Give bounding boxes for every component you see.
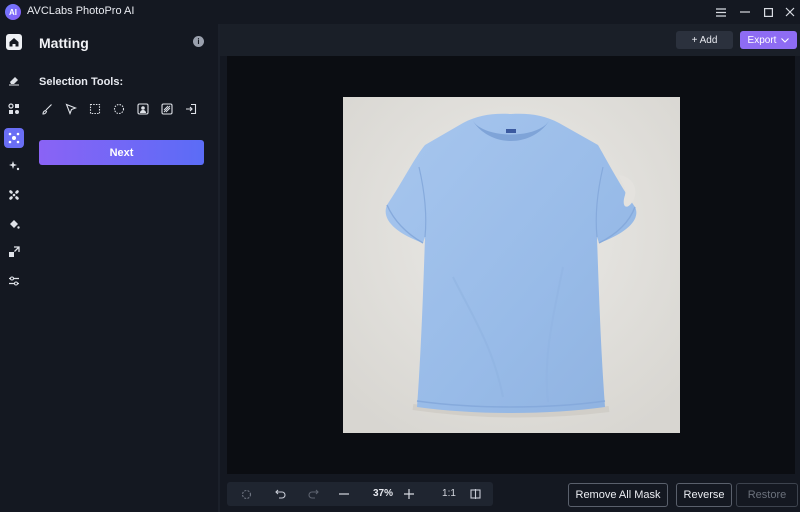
rail-item-home[interactable] [4,32,24,52]
app-title: AVCLabs PhotoPro AI [27,5,135,17]
title-bar: AI AVCLabs PhotoPro AI [0,0,800,24]
panel-title: Matting [39,35,89,51]
eraser-icon [9,77,19,86]
export-button[interactable]: Export [740,31,797,49]
matting-panel: Matting i Selection Tools: Next [28,24,218,512]
add-label: + Add [691,34,718,46]
fan-icon [9,190,19,200]
compare-button[interactable] [467,486,483,502]
rail-item-matting[interactable] [4,128,24,148]
restore-button[interactable]: Restore [736,483,798,507]
brush-tool[interactable] [39,101,55,117]
plus-icon [404,489,414,499]
lasso-icon [113,103,125,115]
redo-button[interactable] [305,486,321,502]
cursor-tool[interactable] [63,101,79,117]
rect-select-icon [89,103,101,115]
rail-item-objects[interactable] [4,99,24,119]
rail-item-adjust[interactable] [4,271,24,291]
actual-size-button[interactable]: 1:1 [439,488,459,499]
compare-icon [469,489,481,499]
zoom-in-button[interactable] [401,486,417,502]
maximize-icon[interactable] [759,3,777,21]
tshirt-photo[interactable] [343,97,680,433]
undo-icon [274,489,285,499]
workspace-topbar: + Add Export [220,24,800,56]
portrait-tool[interactable] [135,101,151,117]
refresh-icon [241,489,251,499]
home-icon [6,34,22,50]
expand-icon [9,246,20,257]
tool-rail [0,24,28,512]
app-logo-text: AI [9,7,17,17]
info-glyph: i [197,37,200,46]
brush-icon [42,104,52,115]
import-tool[interactable] [183,101,199,117]
minimize-icon[interactable] [736,3,754,21]
rail-item-eraser[interactable] [4,70,24,90]
zoom-level: 37% [372,488,393,499]
redo-icon [308,489,319,499]
objects-icon [8,103,19,114]
zoom-out-button[interactable] [336,486,352,502]
auto-select-tool[interactable] [159,101,175,117]
lasso-tool[interactable] [111,101,127,117]
selection-tools-label: Selection Tools: [39,76,124,88]
menu-icon[interactable] [712,3,730,21]
export-label: Export [747,34,777,46]
close-icon[interactable] [781,3,799,21]
auto-select-icon [161,103,173,115]
zoom-controls: 37% 1:1 [227,482,493,506]
sliders-icon [9,276,19,286]
cursor-icon [65,103,77,115]
add-button[interactable]: + Add [676,31,733,49]
panel-divider [218,24,220,512]
rail-item-fan[interactable] [4,185,24,205]
undo-button[interactable] [272,486,288,502]
chevron-down-icon [781,37,790,43]
app-logo: AI [5,4,21,20]
sparkle-icon [9,161,20,171]
portrait-icon [137,103,149,115]
tshirt-image [343,97,680,433]
rail-item-paint[interactable] [4,214,24,234]
remove-all-mask-button[interactable]: Remove All Mask [568,483,668,507]
reverse-button[interactable]: Reverse [676,483,732,507]
next-button[interactable]: Next [39,140,204,165]
paint-bucket-icon [10,220,20,229]
rect-select-tool[interactable] [87,101,103,117]
matting-icon [8,132,20,144]
minus-icon [339,493,349,495]
selection-tools [39,101,209,117]
refresh-button[interactable] [238,486,254,502]
info-icon[interactable]: i [193,36,204,47]
bottom-toolbar: 37% 1:1 Remove All Mask Reverse Restore [220,476,800,512]
import-icon [186,103,197,115]
rail-item-enhance[interactable] [4,156,24,176]
rail-item-resize[interactable] [4,242,24,262]
